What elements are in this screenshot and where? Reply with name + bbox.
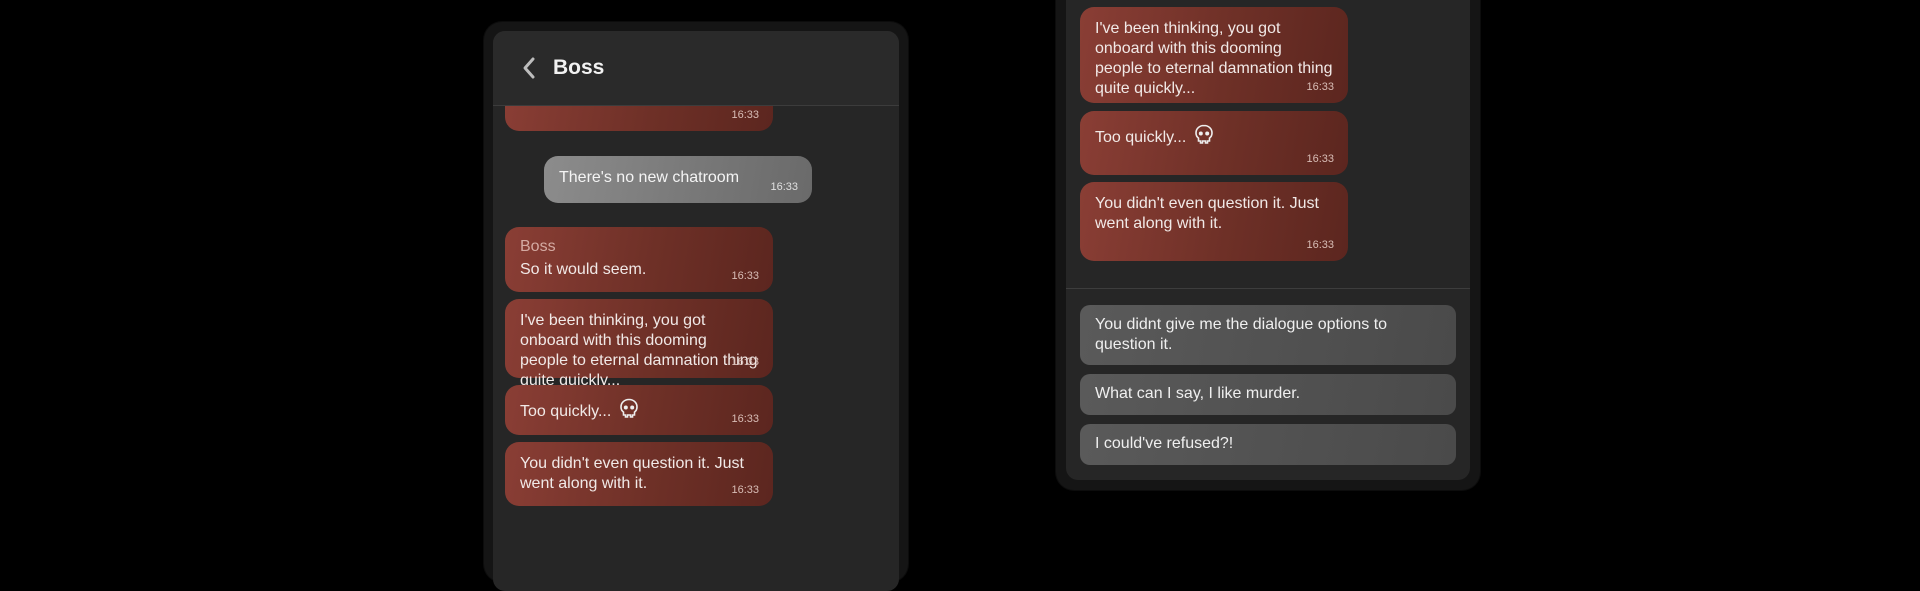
message-time: 16:33	[731, 270, 759, 282]
message-text: So it would seem.	[520, 261, 647, 278]
skull-icon	[619, 398, 639, 426]
message-text: I've been thinking, you got onboard with…	[520, 312, 758, 389]
message-time: 16:33	[1306, 239, 1334, 251]
message-text: You didn't even question it. Just went a…	[520, 455, 744, 492]
chat-title: Boss	[553, 56, 605, 79]
message-text: Too quickly...	[520, 403, 612, 421]
option-text: What can I say, I like murder.	[1095, 385, 1301, 402]
chat-screen-right: I've been thinking, you got onboard with…	[1066, 0, 1470, 480]
option-text: You didnt give me the dialogue options t…	[1095, 316, 1388, 353]
boss-message-bubble: You didn't even question it. Just went a…	[505, 442, 773, 506]
message-sender: Boss	[520, 238, 556, 255]
skull-icon	[1194, 124, 1214, 152]
boss-message-bubble: Boss So it would seem. 16:33	[505, 227, 773, 292]
boss-message-bubble: You didn't even question it. Just went a…	[1080, 182, 1348, 261]
back-button[interactable]	[509, 48, 549, 88]
boss-message-bubble: I've been thinking, you got onboard with…	[505, 299, 773, 389]
message-time: 16:33	[731, 109, 759, 121]
chat-header: Boss	[493, 31, 899, 106]
chevron-left-icon	[523, 57, 535, 79]
message-time: 16:33	[731, 484, 759, 496]
dialogue-option[interactable]: What can I say, I like murder.	[1080, 374, 1456, 415]
message-text: Too quickly...	[1095, 129, 1187, 147]
message-text: There's no new chatroom	[559, 169, 740, 186]
message-time: 16:33	[731, 413, 759, 425]
dialogue-option[interactable]: I could've refused?!	[1080, 424, 1456, 465]
message-time: 16:33	[1306, 153, 1334, 165]
boss-message-bubble: I've been thinking, you got onboard with…	[1080, 7, 1348, 103]
chat-screen-left: 16:33 There's no new chatroom 16:33 Boss…	[493, 31, 899, 591]
player-message-bubble: There's no new chatroom 16:33	[544, 156, 812, 203]
boss-message-bubble: Too quickly... 16:33	[505, 385, 773, 435]
option-text: I could've refused?!	[1095, 435, 1234, 452]
message-time: 16:33	[770, 181, 798, 193]
message-text: You didn't even question it. Just went a…	[1095, 195, 1319, 232]
message-text: I've been thinking, you got onboard with…	[1095, 20, 1333, 97]
message-time: 16:33	[1306, 81, 1334, 93]
dialogue-option[interactable]: You didnt give me the dialogue options t…	[1080, 305, 1456, 365]
options-divider	[1066, 288, 1470, 289]
message-time: 16:33	[731, 356, 759, 368]
phone-right: I've been thinking, you got onboard with…	[1056, 0, 1480, 490]
boss-message-bubble: Too quickly... 16:33	[1080, 111, 1348, 175]
phone-left: 16:33 There's no new chatroom 16:33 Boss…	[484, 22, 908, 591]
